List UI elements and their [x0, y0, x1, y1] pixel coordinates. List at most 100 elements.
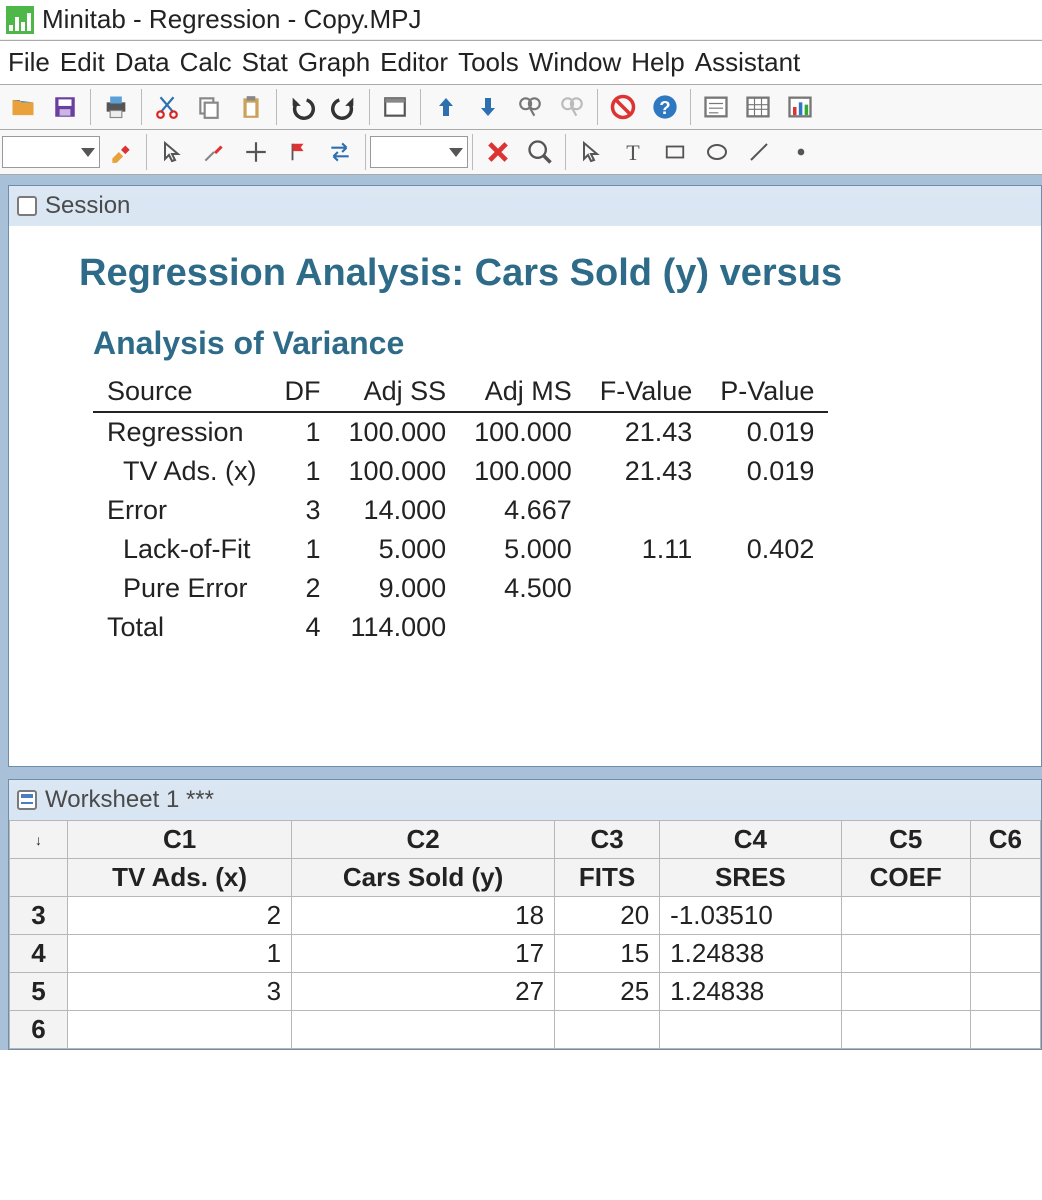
- style-combo[interactable]: [370, 136, 468, 168]
- grid-cell[interactable]: [660, 1011, 841, 1049]
- grid-cell[interactable]: 18: [292, 897, 555, 935]
- help-icon[interactable]: ?: [645, 87, 685, 127]
- session-window-icon: [17, 196, 37, 216]
- worksheet-titlebar[interactable]: Worksheet 1 ***: [9, 780, 1041, 820]
- copy-icon[interactable]: [189, 87, 229, 127]
- row-header[interactable]: 6: [10, 1011, 68, 1049]
- grid-cell[interactable]: 2: [68, 897, 292, 935]
- grid-cell[interactable]: 20: [555, 897, 660, 935]
- new-window-icon[interactable]: [375, 87, 415, 127]
- line-tool-icon[interactable]: [739, 132, 779, 172]
- row-header[interactable]: 3: [10, 897, 68, 935]
- grid-cell[interactable]: [68, 1011, 292, 1049]
- column-header[interactable]: C1: [68, 821, 292, 859]
- menu-data[interactable]: Data: [111, 45, 174, 80]
- cancel-icon[interactable]: [603, 87, 643, 127]
- grid-cell[interactable]: [555, 1011, 660, 1049]
- grid-cell[interactable]: 3: [68, 973, 292, 1011]
- crosshair-icon[interactable]: [236, 132, 276, 172]
- cut-icon[interactable]: [147, 87, 187, 127]
- grid-cell[interactable]: 1: [68, 935, 292, 973]
- column-name-header[interactable]: FITS: [555, 859, 660, 897]
- arrow-up-icon[interactable]: [426, 87, 466, 127]
- font-combo[interactable]: [2, 136, 100, 168]
- column-name-header[interactable]: TV Ads. (x): [68, 859, 292, 897]
- toolbar-secondary: T: [0, 130, 1042, 175]
- column-header[interactable]: C6: [970, 821, 1040, 859]
- worksheet-window-icon[interactable]: [738, 87, 778, 127]
- worksheet-grid[interactable]: ↓C1C2C3C4C5C6 TV Ads. (x)Cars Sold (y)FI…: [9, 820, 1041, 1049]
- separator-icon: [597, 89, 598, 125]
- column-name-header[interactable]: SRES: [660, 859, 841, 897]
- column-header[interactable]: C3: [555, 821, 660, 859]
- col-p: P-Value: [706, 372, 828, 412]
- grid-cell[interactable]: 1.24838: [660, 973, 841, 1011]
- column-name-header[interactable]: [970, 859, 1040, 897]
- grid-cell[interactable]: [970, 973, 1040, 1011]
- rectangle-tool-icon[interactable]: [655, 132, 695, 172]
- marker-tool-icon[interactable]: [781, 132, 821, 172]
- session-window-icon[interactable]: [696, 87, 736, 127]
- column-name-header[interactable]: Cars Sold (y): [292, 859, 555, 897]
- pointer2-icon[interactable]: [571, 132, 611, 172]
- aov-cell: 1: [271, 412, 335, 452]
- menu-assistant[interactable]: Assistant: [691, 45, 805, 80]
- grid-cell[interactable]: [970, 1011, 1040, 1049]
- find-icon[interactable]: [510, 87, 550, 127]
- menu-calc[interactable]: Calc: [176, 45, 236, 80]
- grid-cell[interactable]: [841, 1011, 970, 1049]
- ellipse-tool-icon[interactable]: [697, 132, 737, 172]
- print-icon[interactable]: [96, 87, 136, 127]
- menu-graph[interactable]: Graph: [294, 45, 374, 80]
- row-header[interactable]: 4: [10, 935, 68, 973]
- menu-file[interactable]: File: [4, 45, 54, 80]
- grid-cell[interactable]: [841, 935, 970, 973]
- grid-cell[interactable]: [841, 973, 970, 1011]
- grid-cell[interactable]: [970, 935, 1040, 973]
- menu-edit[interactable]: Edit: [56, 45, 109, 80]
- redo-icon[interactable]: [324, 87, 364, 127]
- swap-icon[interactable]: [320, 132, 360, 172]
- pointer-icon[interactable]: [152, 132, 192, 172]
- svg-text:T: T: [626, 140, 640, 164]
- menu-stat[interactable]: Stat: [238, 45, 292, 80]
- undo-icon[interactable]: [282, 87, 322, 127]
- grid-corner[interactable]: ↓: [10, 821, 68, 859]
- menu-tools[interactable]: Tools: [454, 45, 523, 80]
- zoom-icon[interactable]: [520, 132, 560, 172]
- open-icon[interactable]: [3, 87, 43, 127]
- worksheet-window-icon: [17, 790, 37, 810]
- session-titlebar[interactable]: Session: [9, 186, 1041, 226]
- grid-cell[interactable]: 27: [292, 973, 555, 1011]
- flag-icon[interactable]: [278, 132, 318, 172]
- grid-cell[interactable]: [841, 897, 970, 935]
- separator-icon: [365, 134, 366, 170]
- column-name-header[interactable]: COEF: [841, 859, 970, 897]
- grid-cell[interactable]: [292, 1011, 555, 1049]
- grid-cell[interactable]: -1.03510: [660, 897, 841, 935]
- column-header[interactable]: C2: [292, 821, 555, 859]
- menu-editor[interactable]: Editor: [376, 45, 452, 80]
- grid-cell[interactable]: 1.24838: [660, 935, 841, 973]
- delete-icon[interactable]: [478, 132, 518, 172]
- aov-cell: 5.000: [335, 530, 461, 569]
- highlight-icon[interactable]: [101, 132, 141, 172]
- menu-help[interactable]: Help: [627, 45, 688, 80]
- grid-cell[interactable]: 17: [292, 935, 555, 973]
- graph-window-icon[interactable]: [780, 87, 820, 127]
- column-header[interactable]: C4: [660, 821, 841, 859]
- grid-cell[interactable]: 15: [555, 935, 660, 973]
- row-header[interactable]: 5: [10, 973, 68, 1011]
- brush-icon[interactable]: [194, 132, 234, 172]
- grid-cell[interactable]: [970, 897, 1040, 935]
- grid-cell[interactable]: 25: [555, 973, 660, 1011]
- column-header[interactable]: C5: [841, 821, 970, 859]
- text-tool-icon[interactable]: T: [613, 132, 653, 172]
- menu-window[interactable]: Window: [525, 45, 625, 80]
- save-icon[interactable]: [45, 87, 85, 127]
- aov-cell: 0.402: [706, 530, 828, 569]
- aov-cell: [586, 491, 707, 530]
- find-next-icon[interactable]: [552, 87, 592, 127]
- arrow-down-icon[interactable]: [468, 87, 508, 127]
- paste-icon[interactable]: [231, 87, 271, 127]
